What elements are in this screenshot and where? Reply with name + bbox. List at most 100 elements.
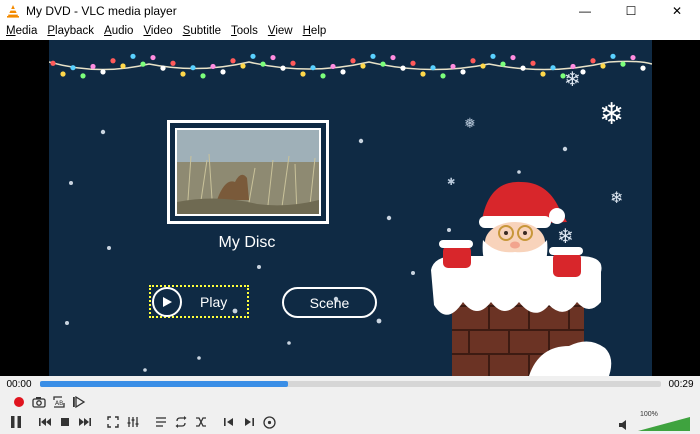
menu-tools[interactable]: Tools [227, 25, 262, 37]
loop-ab-button[interactable]: AB [50, 393, 68, 411]
previous-button[interactable] [36, 413, 54, 431]
frame-step-icon [73, 396, 86, 408]
light-bulb [500, 61, 506, 67]
loop-button[interactable] [172, 413, 190, 431]
light-bulb [360, 63, 366, 69]
light-bulb [490, 53, 496, 59]
seek-progress [40, 381, 289, 387]
light-bulb [440, 73, 446, 79]
light-bulb [310, 65, 316, 71]
light-bulb [330, 63, 336, 70]
advanced-controls: AB [10, 392, 90, 412]
light-bulb [300, 71, 306, 77]
light-bulb [290, 60, 296, 66]
dvd-menu-screen: ❄ ❄ ❅ ✱ ❄ ❄ My Disc Play Scene [49, 40, 652, 376]
light-bulb [230, 58, 236, 64]
menu-video[interactable]: Video [139, 25, 176, 37]
disc-menu-button[interactable] [260, 413, 278, 431]
svg-text:❄: ❄ [599, 97, 624, 132]
light-bulb [170, 60, 176, 66]
previous-chapter-icon [224, 418, 233, 426]
light-bulb [150, 54, 156, 61]
disc-title: My Disc [218, 234, 276, 251]
playlist-button[interactable] [152, 413, 170, 431]
menu-playback[interactable]: Playback [43, 25, 98, 37]
maximize-button[interactable]: ☐ [608, 0, 654, 22]
minimize-button[interactable]: — [562, 0, 608, 22]
menu-help[interactable]: Help [299, 25, 331, 37]
stop-icon [61, 418, 69, 426]
light-bulb [610, 53, 616, 59]
loop-ab-icon: AB [53, 396, 65, 408]
shuffle-icon [196, 417, 206, 427]
light-bulb [90, 63, 96, 70]
svg-text:AB: AB [55, 400, 63, 407]
christmas-decoration-art: ❄ ❄ ❅ ✱ ❄ ❄ [49, 53, 652, 376]
seek-bar[interactable] [40, 381, 661, 387]
light-bulb [400, 65, 406, 71]
close-button[interactable]: ✕ [654, 0, 700, 22]
next-button[interactable] [76, 413, 94, 431]
elapsed-time: 00:00 [6, 378, 32, 390]
snapshot-button[interactable] [30, 393, 48, 411]
speaker-icon [619, 420, 626, 430]
stop-button[interactable] [56, 413, 74, 431]
next-icon [79, 418, 91, 426]
light-bulb [420, 71, 426, 77]
volume-label: 100% [640, 411, 658, 418]
light-bulb [320, 73, 326, 79]
light-bulb [240, 63, 246, 69]
svg-text:✱: ✱ [447, 177, 455, 188]
dvd-scene-button[interactable]: Scene [282, 287, 377, 318]
title-bar: My DVD - VLC media player — ☐ ✕ [0, 0, 700, 22]
pause-button[interactable] [6, 413, 26, 431]
record-button[interactable] [10, 393, 28, 411]
light-bulb [260, 61, 266, 67]
frame-step-button[interactable] [70, 393, 88, 411]
dvd-play-button[interactable]: Play [149, 285, 249, 318]
disc-thumbnail-image [175, 128, 321, 216]
light-bulb [180, 71, 186, 77]
light-bulb [460, 69, 466, 75]
light-bulb [250, 53, 256, 59]
seek-row: 00:00 00:29 [0, 376, 700, 392]
fullscreen-icon [107, 416, 119, 428]
extended-settings-button[interactable] [124, 413, 142, 431]
dvd-scene-label: Scene [309, 294, 350, 311]
menu-audio[interactable]: Audio [100, 25, 137, 37]
menu-view[interactable]: View [264, 25, 297, 37]
dvd-next-chapter-button[interactable] [240, 413, 258, 431]
light-bulb [140, 61, 146, 67]
shuffle-button[interactable] [192, 413, 210, 431]
light-bulb [350, 58, 356, 64]
light-bulb [580, 69, 586, 75]
menu-media[interactable]: Media [2, 25, 41, 37]
svg-text:❄: ❄ [557, 224, 574, 248]
menu-subtitle[interactable]: Subtitle [179, 25, 225, 37]
light-bulb [470, 58, 476, 64]
light-bulb [530, 60, 536, 66]
light-bulb [520, 65, 526, 71]
fullscreen-button[interactable] [104, 413, 122, 431]
light-bulb [450, 63, 456, 70]
light-bulb [280, 65, 286, 71]
light-bulb [200, 73, 206, 79]
light-bulb [160, 65, 166, 71]
pause-icon [11, 416, 21, 428]
video-area[interactable]: ❄ ❄ ❅ ✱ ❄ ❄ My Disc Play Scene [0, 40, 700, 376]
light-bulb [550, 65, 556, 71]
light-bulb [270, 54, 276, 61]
previous-icon [39, 418, 51, 426]
main-controls [6, 412, 280, 432]
light-bulb [510, 54, 516, 61]
light-bulb [430, 65, 436, 71]
svg-text:❅: ❅ [464, 116, 476, 132]
light-bulb [80, 73, 86, 79]
svg-text:❄: ❄ [610, 188, 623, 207]
volume-control[interactable]: 100% [618, 411, 698, 432]
light-bulb [410, 60, 416, 66]
total-time: 00:29 [668, 378, 694, 390]
dvd-prev-chapter-button[interactable] [220, 413, 238, 431]
light-bulb [190, 65, 196, 71]
light-bulb [370, 53, 376, 59]
